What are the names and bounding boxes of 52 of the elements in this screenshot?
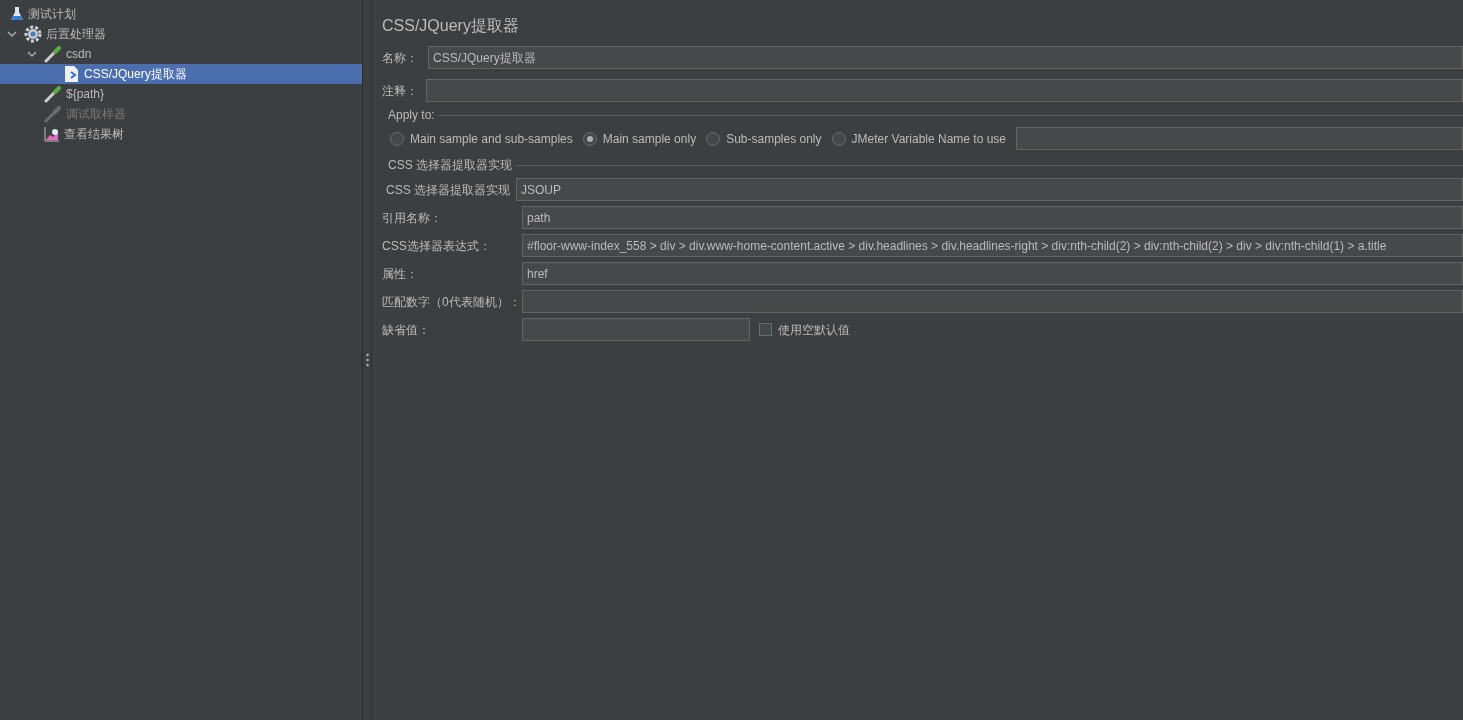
field-label: 引用名称：	[382, 209, 443, 227]
variable-name-input[interactable]	[1016, 127, 1463, 150]
tree-label: csdn	[66, 46, 92, 63]
tree-item[interactable]: csdn	[0, 44, 362, 64]
field-label: 注释：	[382, 82, 418, 100]
splitter-grip-icon[interactable]	[365, 353, 369, 367]
panel-title: CSS/JQuery提取器	[382, 16, 520, 36]
tree-label: 后置处理器	[46, 26, 106, 43]
field-label: CSS选择器表达式：	[382, 237, 492, 255]
tree-item[interactable]: ${path}	[0, 84, 362, 104]
field-label: 匹配数字（0代表随机）：	[382, 293, 522, 311]
chevron-icon[interactable]	[27, 50, 37, 58]
group-legend: CSS 选择器提取器实现	[388, 156, 512, 174]
pipette-icon	[44, 45, 62, 63]
tree-label: 查看结果树	[64, 126, 124, 143]
radio-option[interactable]: Sub-samples only	[706, 129, 822, 148]
chart-icon	[44, 126, 60, 142]
checkbox-option[interactable]: 使用空默认值	[759, 320, 850, 339]
radio-button[interactable]	[390, 131, 404, 146]
checkbox[interactable]	[759, 323, 772, 336]
radio-button[interactable]	[582, 131, 597, 146]
gear-icon	[24, 25, 42, 43]
name-input[interactable]: CSS/JQuery提取器	[428, 46, 1463, 69]
pipette-icon	[44, 105, 62, 123]
tree-label: 测试计划	[28, 6, 76, 23]
field-label: CSS 选择器提取器实现	[386, 181, 510, 199]
radio-option[interactable]: Main sample and sub-samples	[390, 129, 573, 148]
chevron-icon[interactable]	[7, 30, 17, 38]
text-input[interactable]: href	[522, 262, 1463, 285]
comment-input[interactable]	[426, 79, 1463, 102]
tree-item[interactable]: 测试计划	[0, 4, 362, 24]
field-label: 属性：	[382, 265, 419, 283]
radio-button[interactable]	[831, 131, 846, 146]
document-icon	[64, 65, 80, 83]
field-label: 缺省值：	[382, 321, 431, 339]
pipette-icon	[44, 85, 62, 103]
flask-icon	[10, 6, 24, 22]
tree-label: ${path}	[66, 86, 105, 103]
tree-item[interactable]: CSS/JQuery提取器	[0, 64, 362, 84]
text-input[interactable]	[522, 290, 1463, 313]
radio-option[interactable]: JMeter Variable Name to use	[831, 129, 1007, 148]
radio-option[interactable]: Main sample only	[582, 129, 697, 148]
field-label: 名称：	[382, 49, 418, 67]
tree-label: CSS/JQuery提取器	[84, 66, 187, 83]
default-value-input[interactable]	[522, 318, 750, 341]
group-legend: Apply to:	[388, 106, 435, 124]
implementation-dropdown[interactable]: JSOUP	[516, 178, 1463, 201]
text-input[interactable]: #floor-www-index_558 > div > div.www-home-content.active > div.headlines > div.headlines-right > div:nth-child(2) > div:nth-child(2) > div > div:nth-child(1) > a.title	[522, 234, 1463, 257]
tree-item[interactable]: 查看结果树	[0, 124, 362, 144]
text-input[interactable]: path	[522, 206, 1463, 229]
tree-item[interactable]: 后置处理器	[0, 24, 362, 44]
radio-button[interactable]	[706, 131, 721, 146]
